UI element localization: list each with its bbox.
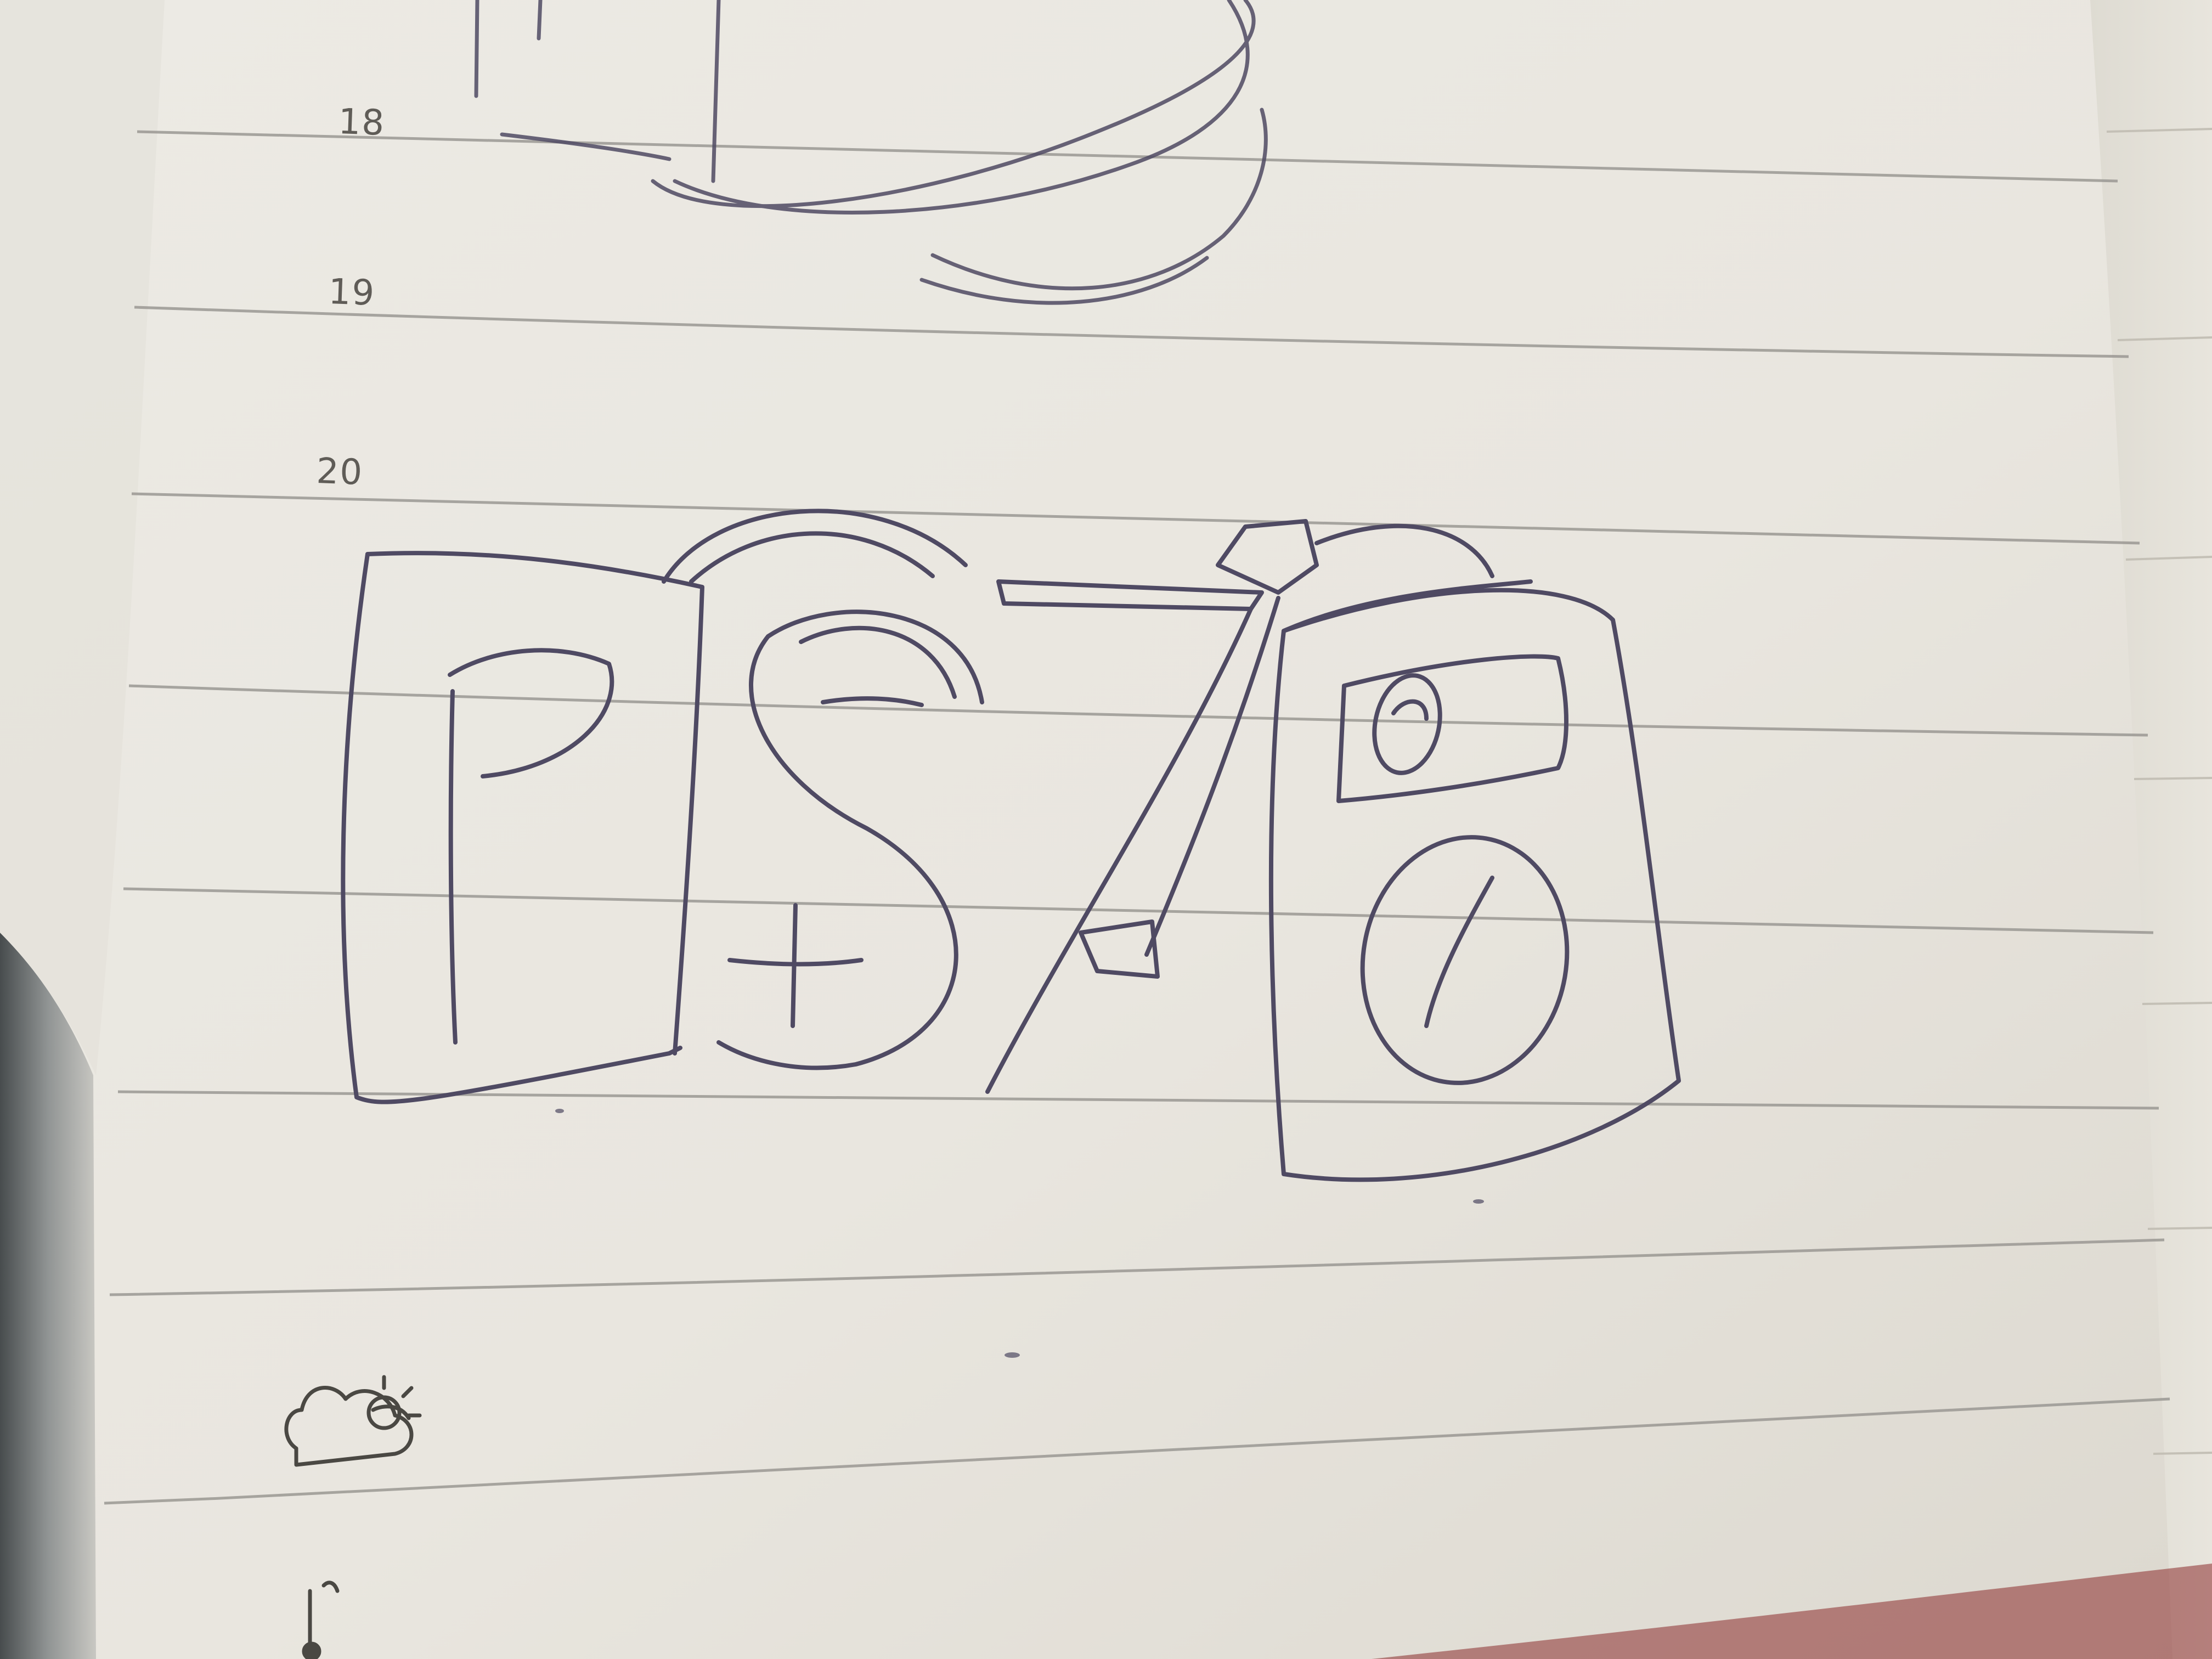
notebook-photo: 18 19 20: [0, 0, 2212, 1659]
line-number-19: 19: [328, 272, 376, 314]
line-number-18: 18: [337, 101, 386, 144]
notebook-page-drawing: [0, 0, 2212, 1659]
paper-background: [0, 0, 2212, 1659]
line-number-20: 20: [315, 451, 364, 493]
